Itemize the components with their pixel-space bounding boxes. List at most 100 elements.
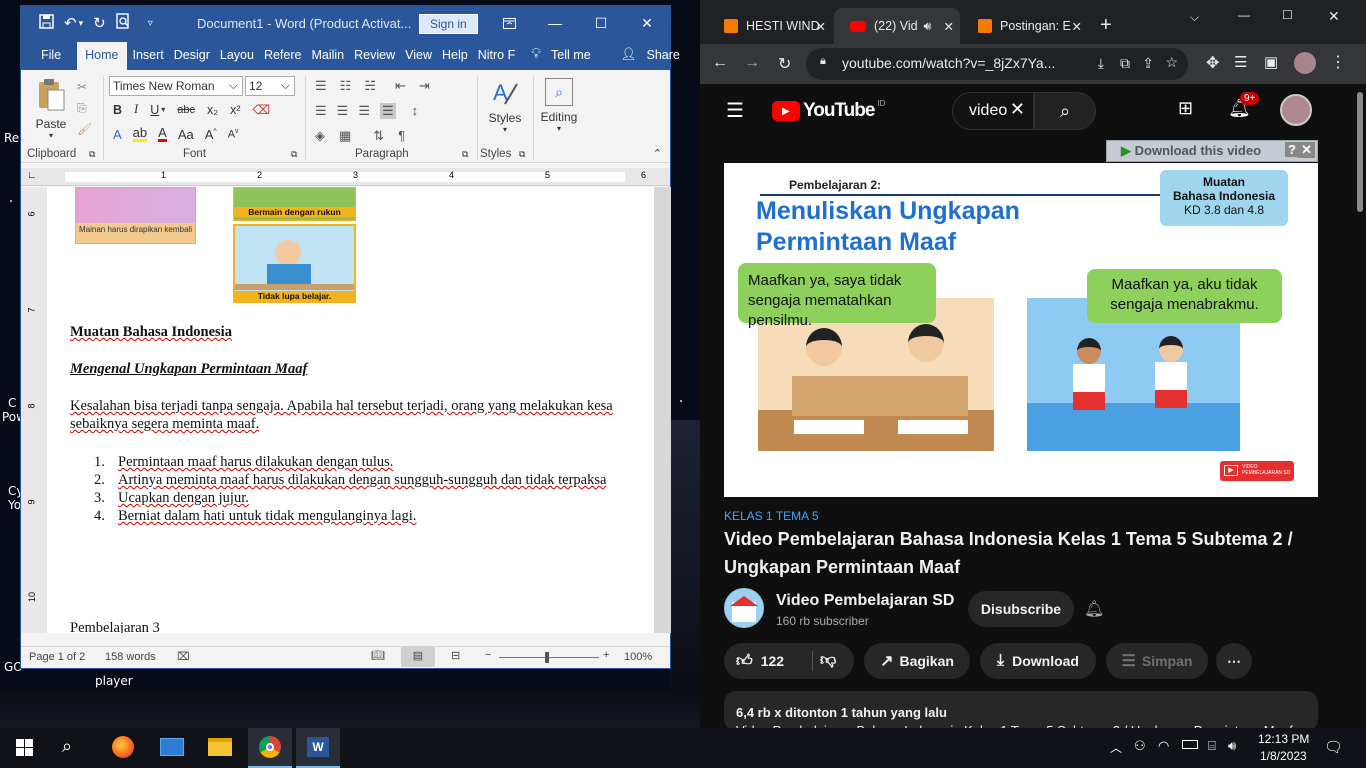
tab-close-icon[interactable]: ✕: [944, 19, 954, 34]
save-icon[interactable]: [39, 13, 54, 33]
ribbon-display-icon[interactable]: [486, 6, 532, 40]
proofing-icon[interactable]: ⌧: [177, 650, 190, 663]
zoom-level[interactable]: 100%: [624, 651, 652, 663]
tab-nitro[interactable]: Nitro F: [474, 48, 520, 70]
increase-indent-icon[interactable]: ⇥: [419, 78, 430, 94]
tell-me-search[interactable]: Tell me: [547, 48, 595, 70]
font-name-select[interactable]: Times New Roman ⌵: [109, 76, 243, 96]
zoom-slider-thumb[interactable]: [545, 652, 549, 663]
sort-icon[interactable]: ⇅: [373, 128, 384, 144]
justify-icon[interactable]: ☰: [379, 103, 396, 119]
lock-icon[interactable]: 🔒︎: [820, 55, 826, 68]
print-preview-icon[interactable]: [115, 13, 130, 33]
superscript-icon[interactable]: x²: [230, 103, 240, 117]
illustration-studying[interactable]: Tidak lupa belajar.: [233, 224, 356, 303]
bold-icon[interactable]: B: [113, 103, 122, 117]
line-spacing-icon[interactable]: ↕: [412, 103, 419, 119]
font-size-select[interactable]: 12 ⌵: [245, 76, 295, 96]
clear-formatting-icon[interactable]: ⌫: [253, 102, 271, 117]
underline-icon[interactable]: U: [150, 103, 159, 117]
word-taskbar-button[interactable]: W: [296, 728, 340, 768]
forward-icon[interactable]: →: [744, 54, 760, 72]
start-windows-icon[interactable]: [16, 739, 33, 756]
desktop-icon-label[interactable]: C: [8, 396, 16, 410]
account-avatar[interactable]: [1280, 94, 1312, 126]
scrollbar-thumb[interactable]: [1357, 92, 1363, 212]
shrink-font-icon[interactable]: Av: [228, 128, 239, 141]
paste-button[interactable]: Paste ▾: [31, 78, 71, 140]
video-player[interactable]: Pembelajaran 2: Menuliskan Ungkapan Perm…: [724, 163, 1318, 497]
page-scrollbar[interactable]: [1354, 92, 1366, 728]
document-area[interactable]: Mainan harus dirapikan kembali Bermain d…: [47, 187, 671, 633]
desktop-icon-label[interactable]: player: [95, 674, 133, 688]
grow-font-icon[interactable]: A^: [205, 127, 217, 142]
video-hashtag-link[interactable]: KELAS 1 TEMA 5: [724, 509, 819, 523]
tab-search-icon[interactable]: ⌵: [1190, 10, 1199, 25]
redo-icon[interactable]: ↻: [93, 14, 106, 32]
clipboard-launcher-icon[interactable]: ⧉: [89, 149, 95, 160]
tab-design[interactable]: Desigr: [170, 48, 214, 70]
back-icon[interactable]: ←: [712, 54, 728, 72]
numbering-icon[interactable]: ☷: [340, 78, 352, 94]
menu-icon[interactable]: ⋮: [1330, 52, 1346, 72]
tab-close-icon[interactable]: ✕: [816, 19, 826, 34]
clock-time[interactable]: 12:13 PM: [1258, 732, 1309, 746]
minimize-icon[interactable]: —: [532, 6, 578, 40]
share-button[interactable]: Share: [643, 48, 684, 70]
yt-search-button[interactable]: ⌕: [1034, 92, 1096, 130]
tab-review[interactable]: Review: [350, 48, 399, 70]
thumbs-down-icon[interactable]: 👎︎: [820, 651, 836, 670]
people-icon[interactable]: ⚇: [1134, 738, 1146, 754]
install-icon[interactable]: ⤓: [1098, 55, 1104, 72]
italic-icon[interactable]: I: [134, 102, 138, 117]
device-icon[interactable]: ⌸: [1208, 738, 1216, 754]
share-icon[interactable]: ⇪: [1142, 55, 1154, 72]
yt-search-box[interactable]: video ✕: [952, 92, 1034, 130]
download-video-bar[interactable]: ▶ Download this video ? ✕: [1106, 140, 1318, 162]
minimize-icon[interactable]: —: [1238, 8, 1250, 22]
tab-references[interactable]: Refere: [260, 48, 306, 70]
new-tab-icon[interactable]: +: [1100, 14, 1112, 37]
font-color-icon[interactable]: A: [158, 126, 167, 142]
align-right-icon[interactable]: ☰: [358, 103, 370, 119]
tab-layout[interactable]: Layou: [216, 48, 258, 70]
maximize-icon[interactable]: ☐: [1282, 8, 1293, 22]
font-launcher-icon[interactable]: ⧉: [291, 149, 297, 160]
hamburger-menu-icon[interactable]: ☰: [726, 98, 744, 123]
editing-button[interactable]: ⌕ Editing ▾: [539, 78, 579, 133]
strikethrough-icon[interactable]: abc: [177, 104, 195, 116]
undo-icon[interactable]: ↶: [64, 14, 77, 32]
format-painter-icon[interactable]: 🖌︎: [77, 122, 92, 136]
word-count[interactable]: 158 words: [105, 651, 156, 663]
volume-icon[interactable]: 🔊︎: [1228, 738, 1236, 754]
copy-icon[interactable]: ⎘: [77, 101, 87, 116]
chrome-taskbar-button[interactable]: [248, 728, 292, 768]
highlight-icon[interactable]: ab: [132, 126, 148, 142]
close-icon[interactable]: ✕: [1328, 8, 1340, 25]
styles-launcher-icon[interactable]: ⧉: [519, 149, 525, 160]
read-mode-icon[interactable]: 📖︎: [371, 649, 385, 662]
page-count[interactable]: Page 1 of 2: [29, 651, 85, 663]
align-center-icon[interactable]: ☰: [337, 103, 349, 119]
print-layout-icon[interactable]: ▤: [401, 647, 435, 667]
maximize-icon[interactable]: ☐: [578, 6, 624, 40]
subscript-icon[interactable]: x₂: [207, 103, 218, 117]
video-description-box[interactable]: 6,4 rb x ditonton 1 tahun yang lalu Vide…: [724, 691, 1318, 731]
action-center-icon[interactable]: 🗨︎: [1324, 738, 1343, 756]
download-button[interactable]: ⤓ Download: [980, 643, 1096, 679]
mail-icon[interactable]: [160, 738, 184, 756]
collapse-ribbon-icon[interactable]: ⌃: [653, 147, 662, 160]
notification-bell-icon[interactable]: 🔔︎: [1084, 599, 1104, 619]
audio-playing-icon[interactable]: 🔊︎: [924, 19, 932, 34]
create-video-icon[interactable]: ⊞: [1178, 98, 1193, 119]
side-panel-icon[interactable]: ▣: [1264, 53, 1278, 71]
reading-list-icon[interactable]: ☰: [1234, 53, 1247, 71]
borders-icon[interactable]: ▦: [339, 128, 351, 144]
bullets-icon[interactable]: ☰: [315, 78, 327, 94]
text-effects-icon[interactable]: A: [113, 127, 122, 142]
zoom-out-icon[interactable]: −: [485, 649, 491, 661]
show-formatting-icon[interactable]: ¶: [398, 128, 405, 144]
tab-view[interactable]: View: [401, 48, 436, 70]
tab-help[interactable]: Help: [438, 48, 472, 70]
tab-file[interactable]: File: [21, 48, 75, 70]
